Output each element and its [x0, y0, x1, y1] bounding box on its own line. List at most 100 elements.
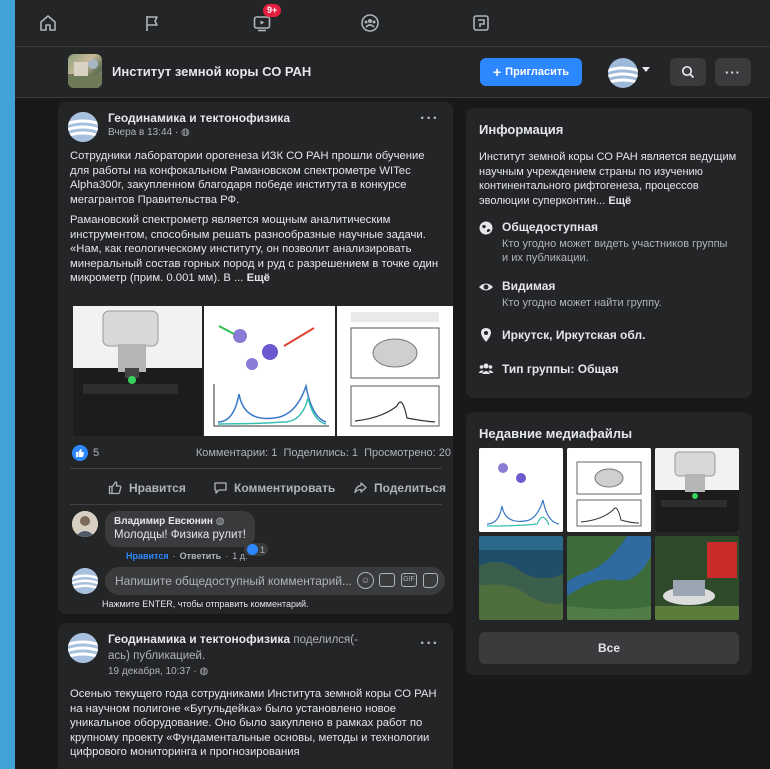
post-header-text: Геодинамика и тектонофизика поделился(-а…: [108, 632, 378, 664]
video-notification-badge: 9+: [263, 4, 282, 17]
post-menu-button[interactable]: ···: [420, 635, 439, 653]
about-row-title: Иркутск, Иркутская обл.: [502, 328, 646, 342]
gaming-icon[interactable]: [468, 10, 494, 36]
groups-icon[interactable]: [357, 10, 383, 36]
raman-diagram-image[interactable]: [204, 306, 335, 436]
media-thumbnail[interactable]: [479, 448, 563, 532]
comment-text: Молодцы! Физика рулит!: [114, 529, 246, 541]
flag-icon[interactable]: [139, 10, 165, 36]
see-all-media-button[interactable]: Все: [479, 632, 739, 664]
about-row-title: Тип группы: Общая: [502, 362, 619, 376]
about-row-title: Видимая: [502, 279, 556, 293]
comment-bubble: Владимир Евсюнин ◍ Молодцы! Физика рулит…: [105, 511, 255, 547]
media-thumbnail[interactable]: [567, 536, 651, 620]
about-description: Институт земной коры СО РАН является вед…: [479, 150, 741, 208]
group-header: Институт земной коры СО РАН + Пригласить…: [15, 47, 770, 98]
separator-dot: ·: [225, 551, 229, 561]
post-menu-button[interactable]: ···: [420, 110, 439, 128]
post-card: Геодинамика и тектонофизика поделился(-а…: [58, 623, 453, 769]
like-label: Нравится: [129, 480, 186, 495]
enter-hint: Нажмите ENTER, чтобы отправить комментар…: [102, 599, 309, 609]
comment-icon: [214, 482, 227, 494]
spectrum-chart-image[interactable]: [337, 306, 453, 436]
author-avatar[interactable]: [68, 112, 98, 142]
like-reaction-icon[interactable]: [72, 445, 88, 461]
sticker-icon[interactable]: [423, 573, 438, 588]
post-stats[interactable]: Комментарии: 1 Поделились: 1 Просмотрено…: [186, 447, 451, 459]
media-thumbnail[interactable]: [567, 448, 651, 532]
author-avatar[interactable]: [68, 633, 98, 663]
divider: [70, 468, 442, 469]
media-thumbnail[interactable]: [479, 536, 563, 620]
camera-icon[interactable]: [379, 573, 395, 587]
post-time-text: Вчера в 13:44: [108, 127, 173, 138]
post-time[interactable]: Вчера в 13:44 · ◍: [108, 127, 190, 138]
verified-badge-icon: ◍: [215, 516, 225, 527]
chevron-down-icon[interactable]: [642, 67, 650, 72]
comment-input-placeholder: Напишите общедоступный комментарий...: [115, 574, 353, 588]
globe-icon: [479, 221, 493, 235]
media-thumbnail[interactable]: [655, 536, 739, 620]
post-card: Геодинамика и тектонофизика Вчера в 13:4…: [58, 102, 453, 614]
group-title[interactable]: Институт земной коры СО РАН: [112, 64, 311, 79]
post-author[interactable]: Геодинамика и тектонофизика: [108, 632, 290, 646]
more-options-button[interactable]: ···: [715, 58, 751, 86]
comment-actions: Нравится · Ответить · 1 д.: [126, 551, 247, 561]
location-pin-icon: [481, 328, 491, 342]
about-title: Информация: [479, 122, 564, 137]
comment-author[interactable]: Владимир Евсюнин ◍: [114, 516, 246, 527]
about-see-more-link[interactable]: Ещё: [608, 195, 631, 207]
about-row-title: Общедоступная: [502, 220, 599, 234]
media-thumbnail[interactable]: [655, 448, 739, 532]
top-navigation: 9+: [15, 0, 770, 47]
gif-icon[interactable]: GIF: [401, 573, 417, 587]
comment-reactions[interactable]: 1: [244, 543, 269, 556]
share-button[interactable]: Поделиться: [353, 480, 446, 495]
comment-button[interactable]: Комментировать: [213, 480, 335, 495]
comment-like-link[interactable]: Нравится: [126, 551, 169, 561]
comment-input[interactable]: Напишите общедоступный комментарий... ☺ …: [105, 567, 445, 595]
post-actions: Нравится Комментировать Поделиться: [58, 480, 453, 500]
post-paragraph-2: Рамановский спектрометр является мощным …: [70, 213, 445, 286]
see-more-link[interactable]: Ещё: [247, 272, 270, 284]
my-avatar[interactable]: [72, 568, 98, 594]
post-author[interactable]: Геодинамика и тектонофизика: [108, 111, 290, 125]
more-dots-icon: ···: [725, 64, 741, 80]
like-button[interactable]: Нравится: [108, 480, 186, 495]
group-cover-thumbnail[interactable]: [68, 54, 102, 88]
microscope-photo[interactable]: [73, 306, 202, 436]
emoji-icon[interactable]: ☺: [357, 572, 374, 589]
comment-reactions-count: 1: [260, 544, 266, 555]
comment-time[interactable]: 1 д.: [232, 551, 247, 561]
share-label: Поделиться: [374, 480, 447, 495]
divider: [70, 504, 442, 505]
post-time[interactable]: 19 декабря, 10:37 · ◍: [108, 666, 208, 677]
about-row-subtitle: Кто угодно может видеть участников групп…: [502, 238, 728, 264]
plus-icon: +: [492, 64, 502, 80]
search-button[interactable]: [670, 58, 706, 86]
reactions-count[interactable]: 5: [93, 447, 99, 459]
comment-author-name: Владимир Евсюнин: [114, 516, 213, 527]
globe-icon: · ◍: [193, 666, 209, 677]
comment-reply-link[interactable]: Ответить: [180, 551, 222, 561]
about-card: Информация Институт земной коры СО РАН я…: [466, 108, 752, 398]
home-icon[interactable]: [35, 10, 61, 36]
commenter-avatar[interactable]: [72, 511, 98, 537]
recent-media-title: Недавние медиафайлы: [479, 426, 633, 441]
recent-media-card: Недавние медиафайлы Все: [466, 412, 752, 675]
share-icon: [354, 482, 367, 494]
video-icon[interactable]: 9+: [249, 4, 282, 36]
about-row-subtitle: Кто угодно может найти группу.: [502, 297, 662, 309]
like-reaction-icon: [247, 544, 258, 555]
thumbs-up-icon: [108, 481, 122, 495]
globe-icon: · ◍: [174, 127, 190, 138]
post-paragraph-1: Сотрудники лаборатории орогенеза ИЗК СО …: [70, 150, 425, 206]
separator-dot: ·: [172, 551, 176, 561]
comment-label: Комментировать: [234, 480, 336, 495]
profile-avatar[interactable]: [608, 58, 638, 88]
search-icon: [681, 65, 695, 79]
post-text: Осенью текущего года сотрудниками Инстит…: [70, 688, 437, 758]
invite-button[interactable]: + Пригласить: [480, 58, 582, 86]
eye-icon: [479, 283, 493, 291]
post-time-text: 19 декабря, 10:37: [108, 666, 191, 677]
